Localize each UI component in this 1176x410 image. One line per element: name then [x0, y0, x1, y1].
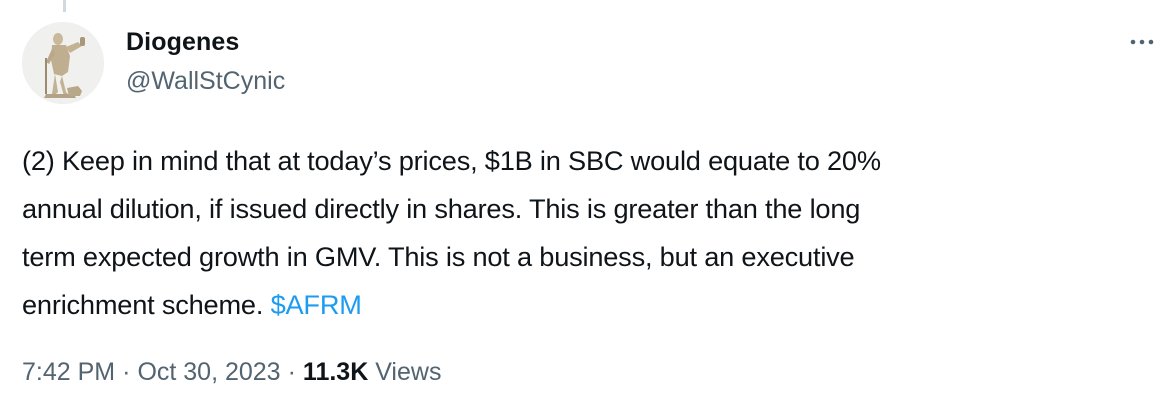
- tweet-text-line: enrichment scheme. $AFRM: [22, 281, 1162, 329]
- more-horizontal-icon: [1130, 39, 1154, 45]
- tweet-text-line: annual dilution, if issued directly in s…: [22, 193, 861, 224]
- author-display-name[interactable]: Diogenes: [126, 28, 239, 57]
- tweet-time: 7:42 PM: [22, 358, 116, 386]
- tweet-text: (2) Keep in mind that at today’s prices,…: [22, 137, 1162, 329]
- author-handle[interactable]: @WallStCynic: [126, 67, 285, 96]
- views-link[interactable]: 11.3K Views: [303, 358, 442, 386]
- tweet-text-line: (2) Keep in mind that at today’s prices,…: [22, 145, 881, 176]
- more-options-button[interactable]: [1124, 26, 1160, 58]
- tweet-text-fragment: enrichment scheme.: [22, 289, 271, 320]
- statue-avatar-icon: [22, 22, 104, 104]
- cashtag-link[interactable]: $AFRM: [271, 289, 362, 320]
- thread-connector-line: [63, 0, 66, 12]
- tweet-metadata: 7:42 PM · Oct 30, 2023 · 11.3K Views: [22, 358, 441, 387]
- avatar[interactable]: [22, 22, 104, 104]
- views-count: 11.3K: [302, 358, 369, 386]
- views-label: Views: [368, 358, 442, 386]
- tweet-timestamp-link[interactable]: 7:42 PM · Oct 30, 2023: [22, 358, 281, 386]
- meta-separator: ·: [287, 358, 296, 386]
- tweet-text-line: term expected growth in GMV. This is not…: [22, 241, 855, 272]
- tweet-date: Oct 30, 2023: [137, 358, 281, 386]
- meta-separator: ·: [122, 358, 131, 386]
